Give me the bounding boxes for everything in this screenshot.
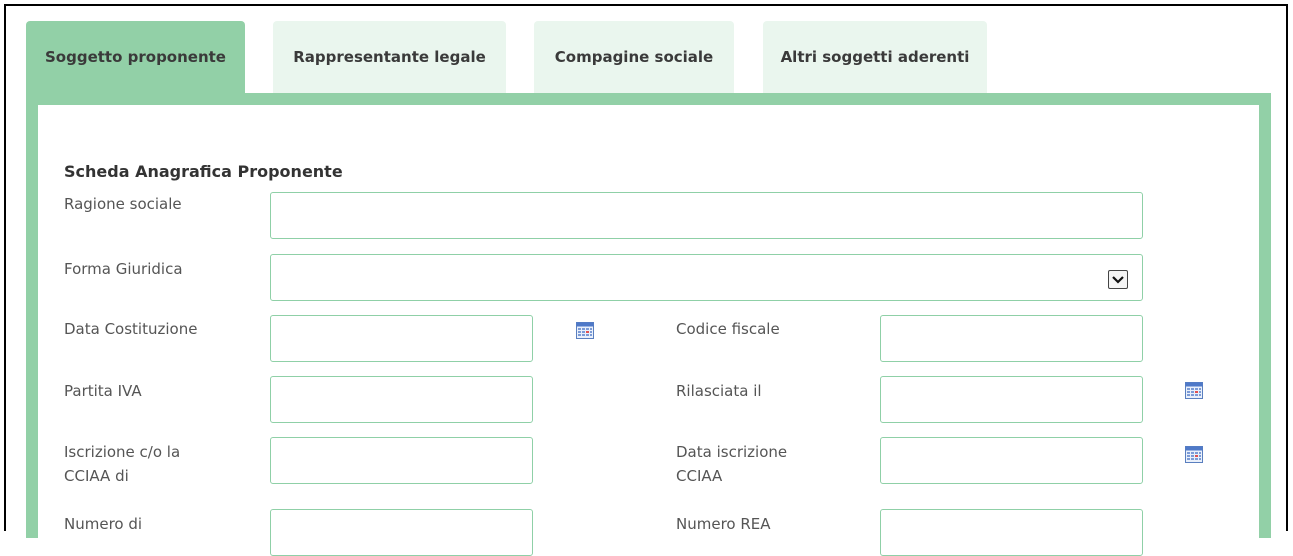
data-iscrizione-label: Data iscrizione CCIAA (676, 440, 787, 488)
section-title: Scheda Anagrafica Proponente (64, 162, 343, 181)
iscrizione-cciaa-label: Iscrizione c/o la CCIAA di (64, 440, 180, 488)
iscrizione-cciaa-input[interactable] (270, 437, 533, 484)
tab-compagine-sociale[interactable]: Compagine sociale (534, 21, 734, 93)
codice-fiscale-input[interactable] (880, 315, 1143, 362)
page-frame: Soggetto proponente Rappresentante legal… (4, 4, 1288, 556)
numero-rea-input[interactable] (880, 509, 1143, 556)
calendar-icon[interactable] (1185, 382, 1203, 399)
partita-iva-input[interactable] (270, 376, 533, 423)
tab-label: Compagine sociale (554, 48, 714, 66)
form-panel-content: Scheda Anagrafica Proponente Ragione soc… (38, 105, 1259, 556)
numero-di-label: Numero di (64, 515, 143, 533)
iscrizione-cciaa-label-line1: Iscrizione c/o la (64, 443, 181, 461)
forma-giuridica-label: Forma Giuridica (64, 260, 183, 278)
calendar-icon[interactable] (1185, 446, 1203, 463)
rilasciata-il-input[interactable] (880, 376, 1143, 423)
partita-iva-label: Partita IVA (64, 382, 142, 400)
data-iscrizione-input[interactable] (880, 437, 1143, 484)
chevron-down-icon[interactable] (1108, 270, 1128, 289)
numero-di-input[interactable] (270, 509, 533, 556)
rilasciata-il-label: Rilasciata il (676, 382, 762, 400)
tab-soggetto-proponente[interactable]: Soggetto proponente (26, 21, 245, 93)
iscrizione-cciaa-label-line2: CCIAA di (64, 467, 129, 485)
codice-fiscale-label: Codice fiscale (676, 320, 780, 338)
tab-altri-soggetti-aderenti[interactable]: Altri soggetti aderenti (763, 21, 987, 93)
tab-label: Soggetto proponente (45, 48, 226, 66)
data-iscrizione-label-line2: CCIAA (676, 467, 723, 485)
tab-rappresentante-legale[interactable]: Rappresentante legale (273, 21, 506, 93)
tab-label: Rappresentante legale (293, 48, 486, 66)
numero-rea-label: Numero REA (676, 515, 771, 533)
form-panel: Scheda Anagrafica Proponente Ragione soc… (26, 93, 1271, 556)
ragione-sociale-label: Ragione sociale (64, 195, 182, 213)
forma-giuridica-select[interactable] (270, 254, 1143, 301)
ragione-sociale-input[interactable] (270, 192, 1143, 239)
calendar-icon[interactable] (576, 322, 594, 339)
data-costituzione-label: Data Costituzione (64, 320, 198, 338)
data-costituzione-input[interactable] (270, 315, 533, 362)
data-iscrizione-label-line1: Data iscrizione (676, 443, 788, 461)
tab-label: Altri soggetti aderenti (780, 48, 970, 66)
